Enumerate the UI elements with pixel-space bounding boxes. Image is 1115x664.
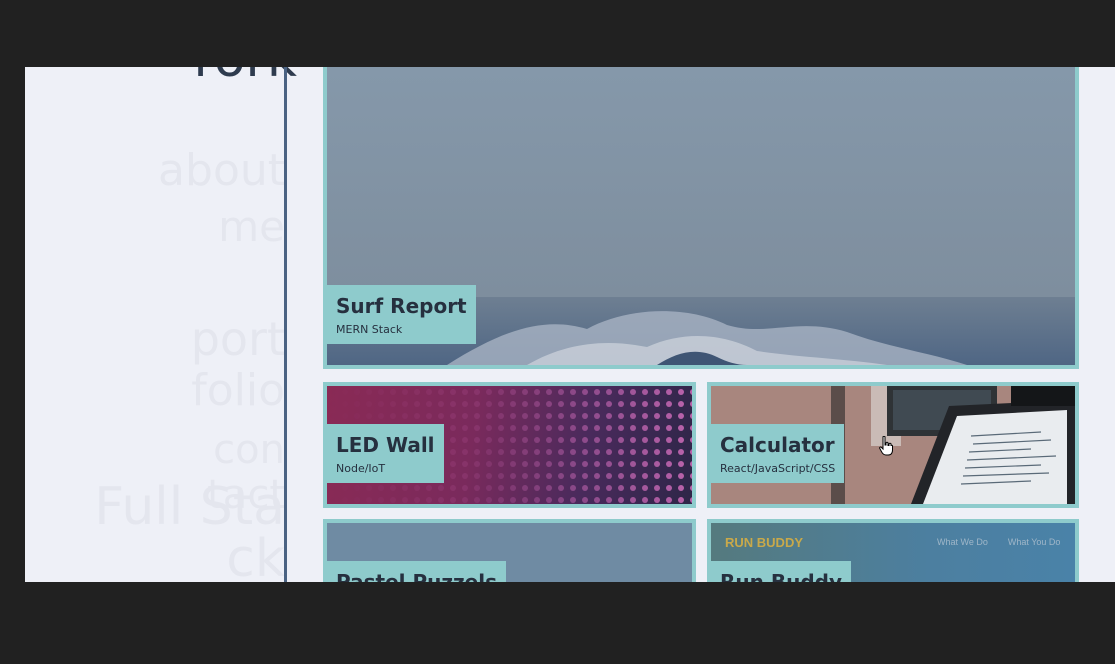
run-buddy-nav: What We DoWhat You DoYo — [917, 537, 1075, 547]
project-label: Calculator React/JavaScript/CSS — [711, 424, 845, 483]
project-label: Surf Report MERN Stack — [327, 285, 476, 344]
ghost-text: port — [190, 312, 285, 366]
project-label: LED Wall Node/IoT — [327, 424, 444, 483]
page-title: rork — [193, 67, 297, 89]
project-tech: MERN Stack — [336, 323, 403, 336]
run-buddy-logo: RUN BUDDY — [725, 535, 803, 550]
project-name: Run Buddy — [720, 570, 842, 582]
sidebar: rork about me port folio con tact Full S… — [25, 67, 297, 582]
portfolio-page: rork about me port folio con tact Full S… — [25, 67, 1115, 582]
ghost-text: me — [218, 202, 285, 251]
project-label: Pastel Puzzels — [327, 561, 506, 582]
project-name: Pastel Puzzels — [336, 570, 497, 582]
project-name: Calculator — [720, 433, 835, 457]
run-buddy-nav-item: What You Do — [1007, 537, 1061, 547]
project-tech: React/JavaScript/CSS — [720, 462, 836, 475]
run-buddy-nav-item: What We Do — [937, 537, 988, 547]
project-card-run-buddy[interactable]: RUN BUDDY What We DoWhat You DoYo Run Bu… — [707, 519, 1079, 582]
hand-pointer-icon — [879, 435, 893, 460]
project-card-surf-report[interactable]: Surf Report MERN Stack — [323, 67, 1079, 369]
project-card-calculator[interactable]: Calculator React/JavaScript/CSS — [707, 382, 1079, 508]
ghost-text: Full Sta — [94, 477, 285, 537]
project-name: Surf Report — [336, 294, 467, 318]
project-label: Run Buddy — [711, 561, 851, 582]
ghost-text: about — [158, 145, 285, 196]
ghost-text: folio — [191, 365, 285, 416]
ghost-text: con — [213, 427, 285, 473]
project-tech: Node/IoT — [336, 462, 386, 475]
ghost-text: ck — [226, 529, 285, 582]
project-card-led-wall[interactable]: LED Wall Node/IoT — [323, 382, 696, 508]
project-card-pastel-puzzels[interactable]: Pastel Puzzels — [323, 519, 696, 582]
sidebar-divider — [284, 67, 287, 582]
project-name: LED Wall — [336, 433, 435, 457]
